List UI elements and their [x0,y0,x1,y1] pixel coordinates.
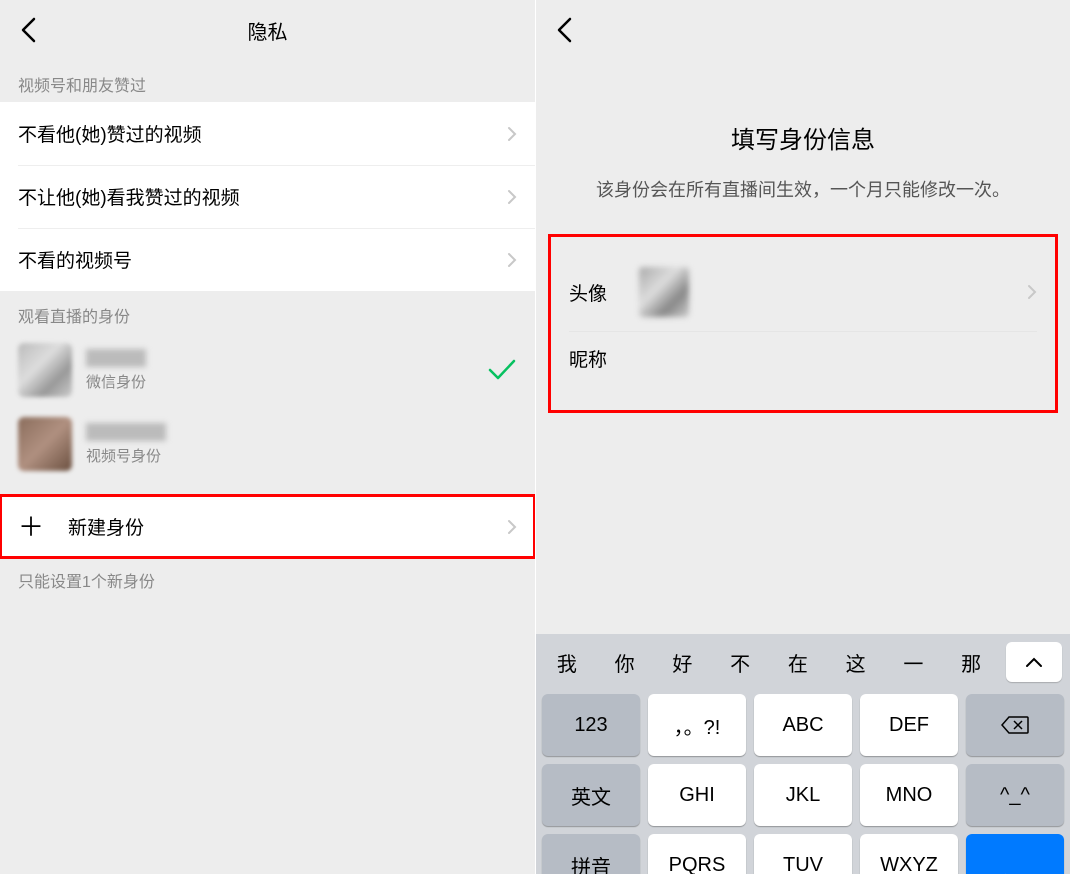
key-english[interactable]: 英文 [542,764,640,826]
new-identity-button[interactable]: ＋ 新建身份 [0,495,535,558]
key-ghi[interactable]: GHI [648,764,746,826]
form-subtitle: 该身份会在所有直播间生效，一个月只能修改一次。 [536,155,1070,234]
key-wxyz[interactable]: WXYZ [860,834,958,874]
suggestion[interactable]: 好 [654,648,712,677]
page-title: 隐私 [0,16,535,45]
suggestion-bar: 我 你 好 不 在 这 一 那 [536,634,1070,690]
back-button[interactable] [544,10,584,50]
section-header-identity: 观看直播的身份 [0,291,535,333]
suggestion[interactable]: 你 [596,648,654,677]
key-grid: 123 ，。?! ABC DEF 英文 GHI JKL MNO ^_^ 拼音 P… [536,690,1070,874]
key-emoji[interactable]: ^_^ [966,764,1064,826]
form-title: 填写身份信息 [536,120,1070,155]
suggestion[interactable]: 这 [827,648,885,677]
row-hide-their-likes[interactable]: 不看他(她)赞过的视频 [0,102,535,165]
identity-wechat[interactable]: 微信身份 [0,333,535,407]
key-punct[interactable]: ，。?! [648,694,746,756]
row-hide-my-likes[interactable]: 不让他(她)看我赞过的视频 [0,165,535,228]
identity-name-blurred [86,423,166,441]
nickname-row[interactable]: 昵称 [551,331,1055,386]
avatar-row[interactable]: 头像 [551,253,1055,331]
footer-note: 只能设置1个新身份 [0,558,535,602]
chevron-right-icon [507,189,517,205]
identity-form-group: 头像 昵称 [548,234,1058,413]
chevron-left-icon [556,17,572,43]
chevron-right-icon [507,126,517,142]
chevron-right-icon [1027,284,1037,300]
suggestion[interactable]: 不 [711,648,769,677]
identity-channels[interactable]: 视频号身份 [0,407,535,481]
avatar [18,417,72,471]
key-pinyin[interactable]: 拼音 [542,834,640,874]
section-header-video: 视频号和朋友赞过 [0,60,535,102]
chevron-up-icon [1025,656,1043,668]
chevron-right-icon [507,252,517,268]
row-blocked-channels[interactable]: 不看的视频号 [0,228,535,291]
suggestion[interactable]: 在 [769,648,827,677]
key-done[interactable]: 完成 [966,834,1064,874]
video-settings-list: 不看他(她)赞过的视频 不让他(她)看我赞过的视频 不看的视频号 [0,102,535,291]
key-def[interactable]: DEF [860,694,958,756]
chevron-left-icon [20,17,36,43]
suggestion[interactable]: 那 [942,648,1000,677]
suggestion[interactable]: 我 [538,648,596,677]
navbar [536,0,1070,60]
keyboard: 我 你 好 不 在 这 一 那 123 ，。?! ABC DEF 英文 GHI … [536,634,1070,874]
back-button[interactable] [8,10,48,50]
navbar: 隐私 [0,0,535,60]
chevron-right-icon [507,519,517,535]
identity-name-blurred [86,349,146,367]
avatar [18,343,72,397]
plus-icon: ＋ [18,514,44,540]
privacy-screen: 隐私 视频号和朋友赞过 不看他(她)赞过的视频 不让他(她)看我赞过的视频 不看… [0,0,535,874]
key-backspace[interactable] [966,694,1064,756]
key-abc[interactable]: ABC [754,694,852,756]
key-123[interactable]: 123 [542,694,640,756]
key-jkl[interactable]: JKL [754,764,852,826]
checkmark-icon [487,358,517,382]
avatar-preview [639,267,689,317]
identity-form-screen: 填写身份信息 该身份会在所有直播间生效，一个月只能修改一次。 头像 昵称 我 你… [535,0,1070,874]
suggestion[interactable]: 一 [885,648,943,677]
backspace-icon [1001,715,1029,735]
key-mno[interactable]: MNO [860,764,958,826]
key-tuv[interactable]: TUV [754,834,852,874]
expand-suggestions[interactable] [1006,642,1062,682]
key-pqrs[interactable]: PQRS [648,834,746,874]
